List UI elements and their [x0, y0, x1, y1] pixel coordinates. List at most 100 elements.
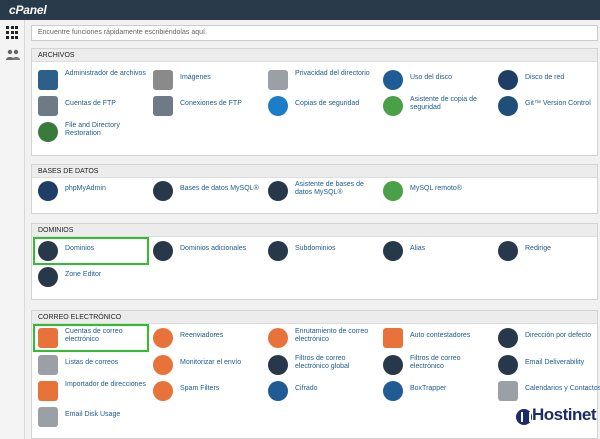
feature-label: Alias: [410, 245, 426, 252]
remote-mysql-icon: [383, 181, 403, 201]
feature-label: Spam Filters: [180, 385, 220, 392]
feature-item-cuentas-de-ftp[interactable]: Cuentas de FTP: [35, 94, 147, 118]
section-title: CORREO ELECTRÓNICO: [32, 311, 597, 324]
feature-label: Enrutamiento de correo electrónico: [295, 328, 369, 343]
section-title: DOMINIOS: [32, 224, 597, 237]
feature-item-importador-de-direcciones[interactable]: Importador de direcciones: [35, 379, 147, 403]
autoresponders-icon: [383, 328, 403, 348]
feature-label: Dominios: [65, 245, 95, 252]
spam-filters-icon: [153, 381, 173, 401]
grid-icon[interactable]: [6, 26, 20, 39]
feature-item-bases-de-datos-mysql[interactable]: Bases de datos MySQL®: [150, 179, 262, 203]
users-icon[interactable]: [6, 48, 20, 61]
feature-item-reenviadores[interactable]: Reenviadores: [150, 326, 262, 350]
feature-item-spam-filters[interactable]: Spam Filters: [150, 379, 262, 403]
ftp-connections-icon: [153, 96, 173, 116]
feature-item-file-and-directory-restoration[interactable]: File and Directory Restoration: [35, 120, 147, 144]
feature-label: Calendarios y Contactos: [525, 385, 600, 392]
feature-item-privacidad-del-directorio[interactable]: Privacidad del directorio: [265, 68, 377, 92]
feature-label: Filtros de correo electrónico global: [295, 355, 350, 370]
feature-item-uso-del-disco[interactable]: Uso del disco: [380, 68, 492, 92]
section-title: ARCHIVOS: [32, 49, 597, 62]
feature-item-dominios[interactable]: Dominios: [33, 237, 149, 265]
feature-label: Email Disk Usage: [65, 411, 121, 418]
subdomains-icon: [268, 241, 288, 261]
feature-label: Uso del disco: [410, 74, 453, 81]
feature-item-asistente-de-copia-de-seguridad[interactable]: Asistente de copia de seguridad: [380, 94, 492, 118]
calendars-contacts-icon: [498, 381, 518, 401]
email-filters-icon: [383, 355, 403, 375]
feature-item-administrador-de-archivos[interactable]: Administrador de archivos: [35, 68, 147, 92]
section-title: BASES DE DATOS: [32, 165, 597, 178]
feature-item-email-deliverability[interactable]: Email Deliverability: [495, 353, 600, 377]
feature-item-boxtrapper[interactable]: BoxTrapper: [380, 379, 492, 403]
feature-item-enrutamiento-de-correo-electr-nico[interactable]: Enrutamiento de correo electrónico: [265, 326, 377, 350]
boxtrapper-icon: [383, 381, 403, 401]
feature-label: Cifrado: [295, 385, 318, 392]
feature-label: MySQL remoto®: [410, 185, 462, 192]
feature-item-subdominios[interactable]: Subdominios: [265, 239, 377, 263]
feature-label: File and Directory Restoration: [65, 122, 120, 137]
feature-item-filtros-de-correo-electr-nico-global[interactable]: Filtros de correo electrónico global: [265, 353, 377, 377]
feature-item-email-disk-usage[interactable]: Email Disk Usage: [35, 405, 147, 429]
feature-item-disco-de-red[interactable]: Disco de red: [495, 68, 600, 92]
forwarders-icon: [153, 328, 173, 348]
zone-editor-icon: [38, 267, 58, 287]
email-deliverability-icon: [498, 355, 518, 375]
feature-label: Redirige: [525, 245, 552, 252]
feature-item-zone-editor[interactable]: Zone Editor: [35, 265, 147, 289]
feature-item-im-genes[interactable]: Imágenes: [150, 68, 262, 92]
feature-item-listas-de-correos[interactable]: Listas de correos: [35, 353, 147, 377]
feature-item-git-version-control[interactable]: Git™ Version Control: [495, 94, 600, 118]
images-icon: [153, 70, 173, 90]
backup-wizard-icon: [383, 96, 403, 116]
feature-label: Email Deliverability: [525, 359, 585, 366]
feature-item-auto-contestadores[interactable]: Auto contestadores: [380, 326, 492, 350]
feature-label: Zone Editor: [65, 271, 102, 278]
feature-item-cuentas-de-correo-electr-nico[interactable]: Cuentas de correo electrónico: [33, 324, 149, 352]
feature-item-filtros-de-correo-electr-nico[interactable]: Filtros de correo electrónico: [380, 353, 492, 377]
feature-item-monitorizar-el-env-o[interactable]: Monitorizar el envío: [150, 353, 262, 377]
domains-icon: [38, 241, 58, 261]
feature-item-conexiones-de-ftp[interactable]: Conexiones de FTP: [150, 94, 262, 118]
feature-item-copias-de-seguridad[interactable]: Copias de seguridad: [265, 94, 377, 118]
feature-label: Importador de direcciones: [65, 381, 146, 388]
ftp-accounts-icon: [38, 96, 58, 116]
feature-label: Monitorizar el envío: [180, 359, 242, 366]
email-accounts-icon: [38, 328, 58, 348]
cpanel-logo[interactable]: cPanel: [9, 3, 47, 17]
feature-item-phpmyadmin[interactable]: phpMyAdmin: [35, 179, 147, 203]
feature-label: Disco de red: [525, 74, 565, 81]
feature-label: phpMyAdmin: [65, 185, 106, 192]
directory-privacy-icon: [268, 70, 288, 90]
feature-item-asistente-de-bases-de-datos-mysql[interactable]: Asistente de bases de datos MySQL®: [265, 179, 377, 203]
feature-item-redirige[interactable]: Redirige: [495, 239, 600, 263]
feature-item-alias[interactable]: Alias: [380, 239, 492, 263]
encryption-icon: [268, 381, 288, 401]
global-email-filters-icon: [268, 355, 288, 375]
feature-label: Subdominios: [295, 245, 336, 252]
feature-item-direcci-n-por-defecto[interactable]: Dirección por defecto: [495, 326, 600, 350]
feature-label: Git™ Version Control: [525, 100, 591, 107]
feature-label: Cuentas de correo electrónico: [65, 328, 123, 343]
file-manager-icon: [38, 70, 58, 90]
addon-domains-icon: [153, 241, 173, 261]
sidebar: [0, 20, 25, 439]
feature-item-mysql-remoto[interactable]: MySQL remoto®: [380, 179, 492, 203]
email-routing-icon: [268, 328, 288, 348]
feature-label: Asistente de copia de seguridad: [410, 96, 477, 111]
watermark-text: Hostinet: [532, 405, 597, 424]
feature-item-cifrado[interactable]: Cifrado: [265, 379, 377, 403]
feature-label: Dominios adicionales: [180, 245, 247, 252]
email-disk-usage-icon: [38, 407, 58, 427]
search-input[interactable]: Encuentre funciones rápidamente escribié…: [31, 25, 598, 41]
mysql-databases-icon: [153, 181, 173, 201]
aliases-icon: [383, 241, 403, 261]
feature-item-dominios-adicionales[interactable]: Dominios adicionales: [150, 239, 262, 263]
top-bar: cPanel: [0, 0, 600, 20]
default-address-icon: [498, 328, 518, 348]
hostinet-watermark: Hostinet: [516, 400, 597, 434]
feature-label: Bases de datos MySQL®: [180, 185, 259, 192]
git-icon: [498, 96, 518, 116]
address-importer-icon: [38, 381, 58, 401]
